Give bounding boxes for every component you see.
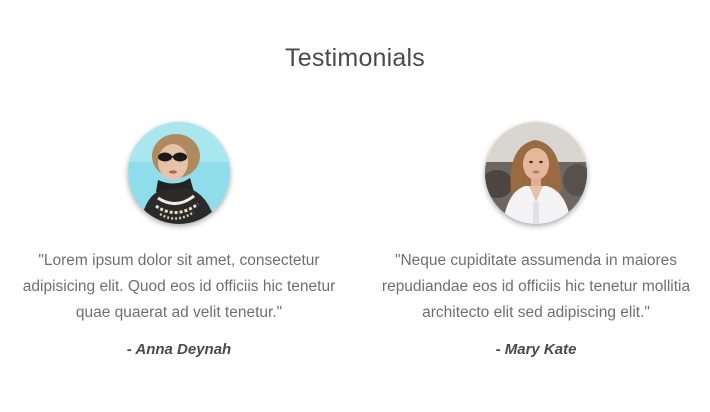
anna-deynah-avatar	[128, 122, 230, 224]
mary-kate-avatar	[485, 122, 587, 224]
testimonial-author: - Mary Kate	[495, 341, 577, 358]
avatar	[128, 122, 230, 224]
testimonial-card: "Lorem ipsum dolor sit amet, consectetur…	[9, 122, 349, 358]
testimonial-card: "Neque cupiditate assumenda in maiores r…	[366, 122, 706, 358]
testimonial-quote: "Lorem ipsum dolor sit amet, consectetur…	[22, 252, 336, 321]
testimonial-quote: "Neque cupiditate assumenda in maiores r…	[381, 252, 691, 321]
avatar	[485, 122, 587, 224]
section-title: Testimonials	[285, 44, 425, 72]
testimonial-author: - Anna Deynah	[126, 341, 232, 358]
testimonials-section: Testimonials "Lorem ipsum dolor sit amet…	[0, 0, 710, 412]
